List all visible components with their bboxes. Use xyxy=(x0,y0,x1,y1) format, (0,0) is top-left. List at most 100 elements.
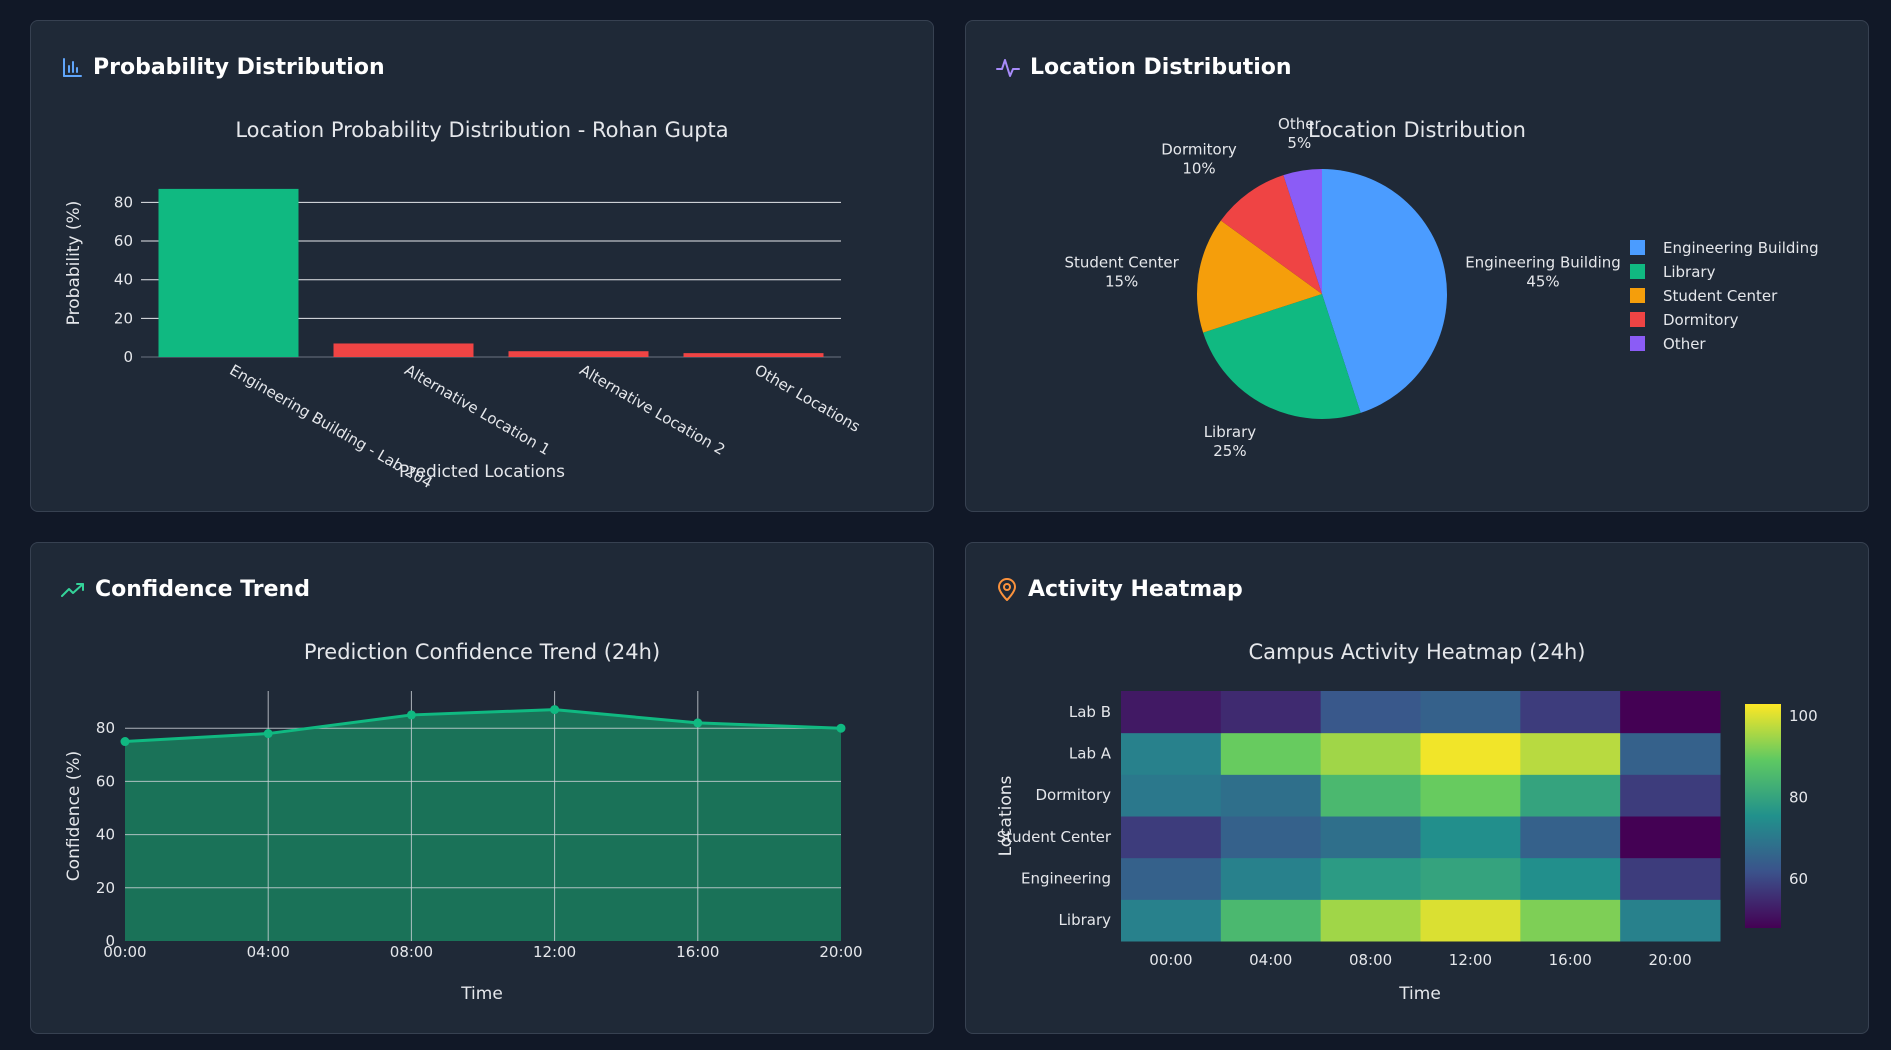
colorbar xyxy=(1745,704,1781,928)
bar xyxy=(333,343,474,357)
x-tick-label: 12:00 xyxy=(1449,951,1492,969)
x-tick-label: 08:00 xyxy=(1349,951,1392,969)
confidence-area-chart[interactable]: Prediction Confidence Trend (24h)0204060… xyxy=(31,543,935,1035)
probability-bar-chart[interactable]: Location Probability Distribution - Roha… xyxy=(31,21,935,513)
data-point xyxy=(550,705,560,715)
heatmap-cell xyxy=(1220,816,1322,859)
x-tick-label: 00:00 xyxy=(1149,951,1192,969)
slice-label: Student Center 15% xyxy=(1064,253,1179,290)
confidence-trend-card: Confidence Trend Prediction Confidence T… xyxy=(30,542,934,1034)
activity-heatmap-chart[interactable]: Campus Activity Heatmap (24h) Library Engi… xyxy=(966,543,1870,1035)
bar xyxy=(158,188,299,357)
location-pie-chart[interactable]: Location Distribution Engineering Buildin… xyxy=(966,21,1870,513)
x-tick-label: 08:00 xyxy=(390,943,433,961)
heatmap-cell xyxy=(1420,691,1521,734)
y-tick-label: Library xyxy=(1059,911,1112,929)
heatmap-cell xyxy=(1620,816,1721,859)
heatmap-cell xyxy=(1320,774,1421,817)
legend-label: Library xyxy=(1663,263,1716,281)
heatmap-cell xyxy=(1620,857,1721,900)
chart-title: Prediction Confidence Trend (24h) xyxy=(304,640,660,664)
heatmap-cell xyxy=(1320,899,1421,942)
x-tick-label: 16:00 xyxy=(1549,951,1592,969)
legend-swatch xyxy=(1630,288,1645,303)
heatmap-cell xyxy=(1121,774,1222,817)
legend-label: Student Center xyxy=(1663,287,1778,305)
heatmap-cell xyxy=(1220,732,1322,775)
y-tick-label: 80 xyxy=(114,193,133,211)
heatmap-cell xyxy=(1520,774,1621,817)
y-axis-title: Confidence (%) xyxy=(64,751,84,881)
data-point xyxy=(693,718,703,728)
legend-swatch xyxy=(1630,264,1645,279)
slice-label-percent: 45% xyxy=(1526,272,1559,290)
colorbar-tick-label: 60 xyxy=(1789,870,1808,888)
chart-title: Location Probability Distribution - Roha… xyxy=(235,118,728,142)
slice-label-percent: 5% xyxy=(1287,134,1311,152)
heatmap-cell xyxy=(1520,816,1621,859)
location-distribution-card: Location Distribution Location Distribut… xyxy=(965,20,1869,512)
heatmap-cell xyxy=(1620,691,1721,734)
colorbar-tick-label: 100 xyxy=(1789,707,1818,725)
y-tick-label: Lab B xyxy=(1069,703,1111,721)
bar xyxy=(508,351,649,357)
slice-label-percent: 15% xyxy=(1105,272,1138,290)
slice-label-percent: 25% xyxy=(1213,442,1246,460)
data-point xyxy=(406,710,416,720)
heatmap-cell xyxy=(1620,774,1721,817)
legend-swatch xyxy=(1630,336,1645,351)
y-tick-label: 40 xyxy=(114,271,133,289)
legend-label: Engineering Building xyxy=(1663,239,1819,257)
heatmap-cell xyxy=(1121,816,1222,859)
heatmap-cell xyxy=(1420,857,1521,900)
heatmap-cell xyxy=(1121,732,1222,775)
heatmap-cell xyxy=(1520,857,1621,900)
data-point xyxy=(120,737,130,747)
y-tick-label: Engineering xyxy=(1021,870,1111,888)
heatmap-cell xyxy=(1420,732,1521,775)
x-tick-label: Alternative Location 1 xyxy=(402,361,554,459)
activity-heatmap-card: Activity Heatmap Campus Activity Heatmap… xyxy=(965,542,1869,1034)
bar xyxy=(683,353,824,357)
heatmap-cell xyxy=(1320,857,1421,900)
heatmap-cell xyxy=(1220,857,1322,900)
y-tick-label: 20 xyxy=(96,879,115,897)
slice-label: Dormitory 10% xyxy=(1161,141,1237,178)
heatmap-cell xyxy=(1520,691,1621,734)
legend-label: Dormitory xyxy=(1663,311,1739,329)
heatmap-cell xyxy=(1420,816,1521,859)
y-tick-label: 80 xyxy=(96,719,115,737)
slice-label: Library 25% xyxy=(1204,423,1257,460)
heatmap-cell xyxy=(1420,774,1521,817)
x-axis-title: Time xyxy=(1398,984,1441,1004)
heatmap-cell xyxy=(1520,899,1621,942)
x-axis-title: Predicted Locations xyxy=(399,462,565,482)
legend-swatch xyxy=(1630,312,1645,327)
x-tick-label: 04:00 xyxy=(1249,951,1292,969)
slice-label: Engineering Building 45% xyxy=(1465,253,1621,290)
data-point xyxy=(836,723,846,733)
y-tick-label: 0 xyxy=(123,348,133,366)
heatmap-cell xyxy=(1220,691,1322,734)
slice-label-name: Engineering Building xyxy=(1465,253,1621,271)
slice-label-name: Library xyxy=(1204,423,1257,441)
slice-label-name: Other xyxy=(1278,115,1321,133)
x-tick-label: 00:00 xyxy=(103,943,146,961)
heatmap-cell xyxy=(1520,732,1621,775)
heatmap-cell xyxy=(1121,857,1222,900)
colorbar-tick-label: 80 xyxy=(1789,789,1808,807)
x-tick-label: 04:00 xyxy=(247,943,290,961)
heatmap-cell xyxy=(1121,899,1222,942)
heatmap-cell xyxy=(1320,816,1421,859)
y-tick-label: 60 xyxy=(114,232,133,250)
probability-distribution-card: Probability Distribution Location Probab… xyxy=(30,20,934,512)
y-axis-title: Probability (%) xyxy=(64,201,84,326)
slice-label-name: Student Center xyxy=(1064,253,1179,271)
y-tick-label: Lab A xyxy=(1069,745,1112,763)
heatmap-cell xyxy=(1320,691,1421,734)
legend-label: Other xyxy=(1663,335,1706,353)
heatmap-cell xyxy=(1220,774,1322,817)
heatmap-cell xyxy=(1620,732,1721,775)
confidence-area xyxy=(125,709,841,941)
heatmap-cell xyxy=(1121,691,1222,734)
